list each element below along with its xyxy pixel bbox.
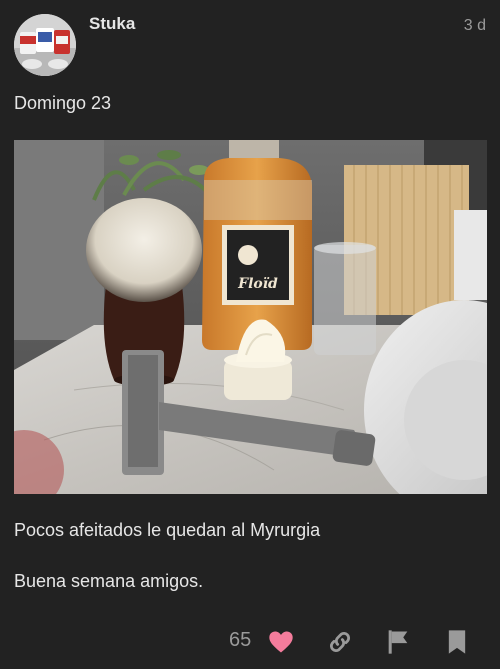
heart-icon[interactable] (267, 628, 295, 656)
glass (314, 242, 376, 355)
post-text-line: Buena semana amigos. (14, 571, 204, 591)
shaving-photo: Floïd (14, 140, 487, 494)
link-icon[interactable] (326, 628, 354, 656)
bookmark-icon[interactable] (443, 628, 471, 656)
username[interactable]: Stuka (89, 14, 135, 34)
avatar[interactable] (14, 14, 76, 76)
forum-post: Stuka 3 d Domingo 23 Floïd Pocos afeitad… (0, 0, 500, 669)
aftershave-bottle: Floïd (202, 140, 312, 350)
post-text-line: Pocos afeitados le quedan al Myrurgia (14, 520, 321, 540)
post-image[interactable]: Floïd (14, 140, 487, 494)
post-text-line: Domingo 23 (14, 93, 112, 113)
like-count[interactable]: 65 (229, 629, 251, 652)
post-actions: 65 (0, 624, 500, 660)
bottle-label: Floïd (237, 276, 278, 292)
post-age[interactable]: 3 d (464, 17, 486, 35)
flag-icon[interactable] (384, 628, 412, 656)
avatar-image (14, 14, 76, 76)
